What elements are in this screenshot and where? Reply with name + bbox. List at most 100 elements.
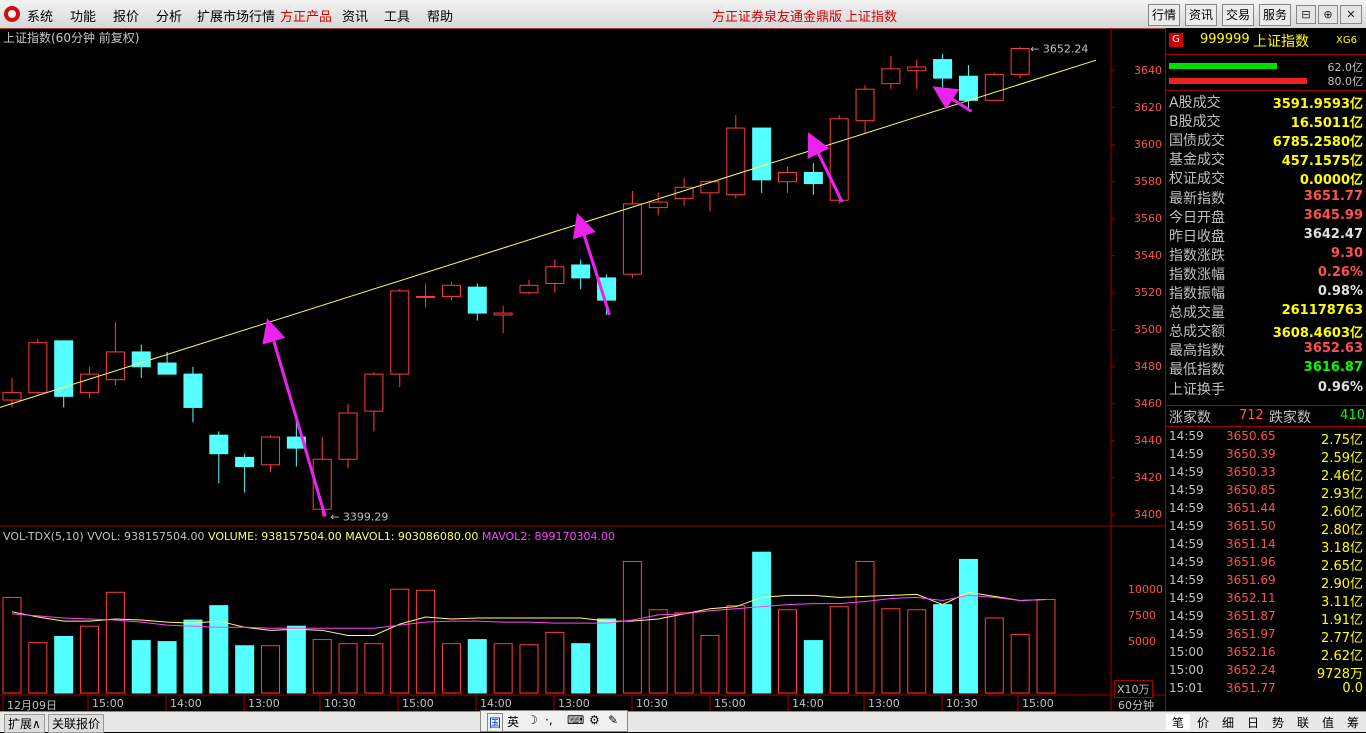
advance-decline: 涨家数 712 跌家数 410	[1169, 407, 1365, 426]
bottom-bar: 扩展∧ 关联报价	[0, 711, 1366, 733]
price-tick-label: 3600	[1134, 137, 1162, 151]
tick-time: 14:59	[1169, 537, 1204, 551]
quotes-button[interactable]: 行情	[1148, 4, 1181, 26]
menu-system[interactable]: 系统	[27, 6, 53, 25]
tick-row[interactable]: 14:59 3652.11 3.11亿	[1166, 590, 1366, 610]
candle-body	[105, 351, 125, 381]
tick-row[interactable]: 14:59 3651.14 3.18亿	[1166, 536, 1366, 556]
stat-label: A股成交	[1169, 95, 1221, 111]
menu-analysis[interactable]: 分析	[156, 6, 182, 25]
tick-row[interactable]: 15:01 3651.77 0.0	[1166, 680, 1366, 698]
tick-row[interactable]: 14:59 3651.97 2.77亿	[1166, 626, 1366, 646]
down-count-label: 跌家数	[1269, 410, 1311, 426]
tick-row[interactable]: 14:59 3650.65 2.75亿	[1166, 428, 1366, 448]
buy-strength-bar	[1169, 63, 1277, 69]
minimize-icon[interactable]: ⊟	[1296, 5, 1316, 24]
time-tick-label: 15:00	[1022, 697, 1054, 710]
tick-time: 14:59	[1169, 429, 1204, 443]
tick-time: 14:59	[1169, 609, 1204, 623]
time-tick-label: 15:00	[402, 697, 434, 710]
side-tab[interactable]: 值	[1316, 714, 1340, 730]
menu-tools[interactable]: 工具	[384, 6, 410, 25]
menu-fangzheng-products[interactable]: 方正产品	[280, 6, 332, 25]
volume-bar	[1010, 633, 1030, 694]
side-tab[interactable]: 筹	[1341, 714, 1365, 730]
volume-bar	[597, 618, 617, 694]
ime-english-icon[interactable]: 英	[507, 713, 519, 730]
extend-tab[interactable]: 扩展∧	[4, 714, 45, 733]
side-tab[interactable]: 日	[1241, 714, 1265, 730]
tick-row[interactable]: 14:59 3651.69 2.90亿	[1166, 572, 1366, 592]
tick-row[interactable]: 15:00 3652.16 2.62亿	[1166, 644, 1366, 664]
price-tick-label: 3560	[1134, 211, 1162, 225]
menu-news[interactable]: 资讯	[342, 6, 368, 25]
tick-time: 14:59	[1169, 519, 1204, 533]
tick-price: 3650.33	[1226, 465, 1276, 479]
time-tick-label: 13:00	[558, 697, 590, 710]
stat-row: 总成交量 261178763	[1166, 302, 1366, 321]
tick-price: 3650.39	[1226, 447, 1276, 461]
menu-extended-market[interactable]: 扩展市场行情	[197, 6, 275, 25]
menu-quote[interactable]: 报价	[113, 6, 139, 25]
stat-value: 3608.4603亿	[1272, 326, 1363, 342]
time-tick-label: 14:00	[792, 697, 824, 710]
ime-keyboard-icon[interactable]: ⌨	[567, 713, 584, 727]
stat-label: 今日开盘	[1169, 209, 1225, 226]
side-tab[interactable]: 细	[1216, 714, 1240, 730]
ime-punct-icon[interactable]: ·,	[545, 713, 553, 727]
price-tick-label: 3400	[1134, 507, 1162, 521]
price-tick-label: 3580	[1134, 174, 1162, 188]
menu-function[interactable]: 功能	[70, 6, 96, 25]
tick-row[interactable]: 14:59 3650.85 2.93亿	[1166, 482, 1366, 502]
service-button[interactable]: 服务	[1259, 4, 1292, 26]
volume-bar	[235, 645, 255, 694]
tick-row[interactable]: 14:59 3651.50 2.80亿	[1166, 518, 1366, 538]
trade-button[interactable]: 交易	[1222, 4, 1255, 26]
tick-row[interactable]: 14:59 3651.44 2.60亿	[1166, 500, 1366, 520]
stat-label: 基金成交	[1169, 152, 1225, 169]
ime-chinese-icon[interactable]: 国	[487, 713, 504, 732]
candle-body	[984, 73, 1004, 101]
tick-price: 3650.85	[1226, 483, 1276, 497]
tick-time: 14:59	[1169, 465, 1204, 479]
tick-time: 14:59	[1169, 501, 1204, 515]
time-tick-label: 15:00	[714, 697, 746, 710]
tick-row[interactable]: 15:00 3652.24 9728万	[1166, 662, 1366, 682]
info-button[interactable]: 资讯	[1185, 4, 1218, 26]
price-tick-label: 3640	[1134, 63, 1162, 77]
volume-bar	[209, 605, 229, 694]
mavol2-value: MAVOL2: 899170304.00	[481, 530, 616, 543]
side-tab[interactable]: 价	[1191, 714, 1215, 730]
side-tab[interactable]: 联	[1291, 714, 1315, 730]
stat-row: 总成交额 3608.4603亿	[1166, 321, 1366, 342]
tick-price: 3651.97	[1226, 627, 1276, 641]
menu-help[interactable]: 帮助	[427, 6, 453, 25]
stat-label: 昨日收盘	[1169, 228, 1225, 245]
related-quote-tab[interactable]: 关联报价	[48, 714, 105, 733]
tick-price: 3651.14	[1226, 537, 1276, 551]
stat-value: 16.5011亿	[1290, 116, 1363, 132]
candle-body	[803, 171, 823, 185]
candle-body	[157, 362, 177, 375]
volume-bar	[80, 625, 100, 694]
restore-icon[interactable]: ⊕	[1318, 5, 1338, 24]
volume-bar	[752, 551, 772, 694]
ime-settings-icon[interactable]: ⚙	[589, 713, 600, 727]
stat-label: 最高指数	[1169, 343, 1225, 360]
side-tab[interactable]: 势	[1266, 714, 1290, 730]
tick-row[interactable]: 14:59 3651.96 2.65亿	[1166, 554, 1366, 574]
menu-bar: 系统 功能 报价 分析 扩展市场行情 方正产品 资讯 工具 帮助 方正证券泉友通…	[0, 0, 1366, 29]
volume-bar	[157, 641, 177, 694]
candle-body	[209, 434, 229, 455]
tick-row[interactable]: 14:59 3650.33 2.46亿	[1166, 464, 1366, 484]
app-title: 方正证券泉友通金鼎版	[712, 10, 843, 25]
tick-row[interactable]: 14:59 3651.87 1.91亿	[1166, 608, 1366, 628]
tick-row[interactable]: 14:59 3650.39 2.59亿	[1166, 446, 1366, 466]
volume-bar	[338, 643, 358, 694]
stat-value: 0.98%	[1317, 284, 1363, 299]
close-icon[interactable]: ✕	[1340, 5, 1362, 24]
ime-tools-icon[interactable]: ✎	[608, 713, 618, 727]
side-tab[interactable]: 笔	[1166, 714, 1190, 730]
ime-moon-icon[interactable]: ☽	[527, 713, 538, 727]
kline-chart[interactable]: ← 3652.24 ← 3399.29	[0, 28, 1165, 711]
